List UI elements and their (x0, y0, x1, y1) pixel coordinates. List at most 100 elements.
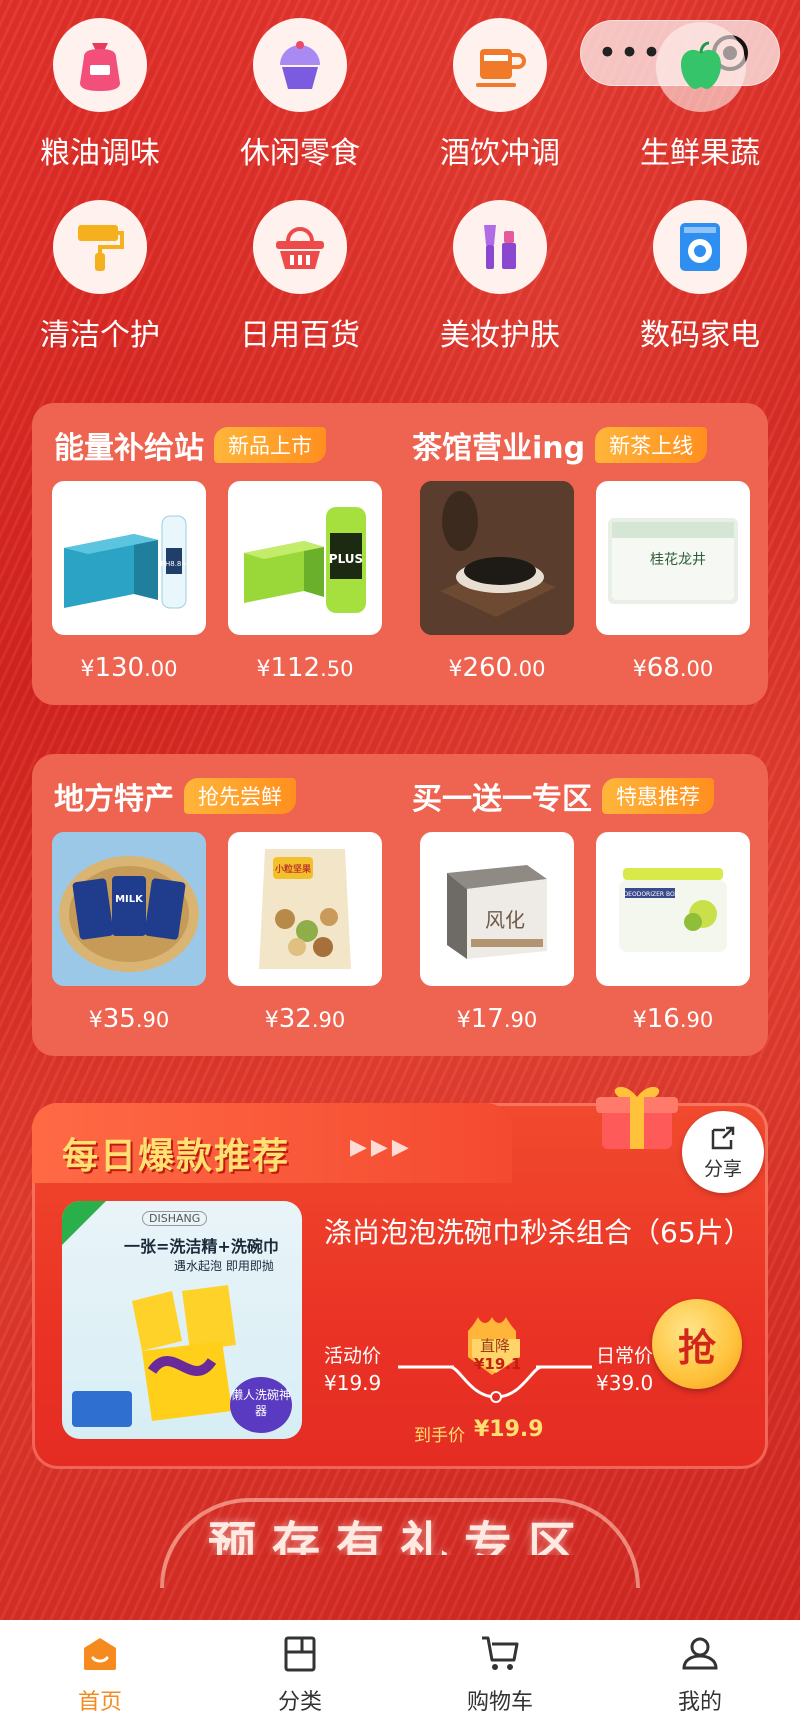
category-label: 美妆护肤 (440, 318, 560, 353)
category-label: 日用百货 (240, 318, 360, 353)
product-card[interactable]: 桂花龙井 ¥68.00 (596, 481, 750, 683)
final-price: ¥19.9 (474, 1417, 544, 1442)
currency: ¥ (80, 657, 95, 682)
regular-price: ¥39.0 (596, 1371, 654, 1395)
price-dec: .50 (320, 657, 354, 681)
product-image[interactable] (420, 481, 574, 635)
category-daily[interactable]: 日用百货 (200, 200, 400, 354)
category-icon (284, 1636, 316, 1672)
activity-price: ¥19.9 (324, 1371, 382, 1395)
product-card[interactable]: PLUS ¥112.50 (228, 481, 382, 683)
profile-icon (682, 1637, 718, 1670)
section-title[interactable]: 地方特产 (54, 774, 174, 818)
tab-category[interactable]: 分类 (200, 1620, 400, 1724)
price-comparison: 活动价 ¥19.9 直降 ¥19.1 日常价 ¥39.0 到手价 ¥19.9 (324, 1313, 654, 1446)
drop-label: 直降 (480, 1337, 511, 1355)
prestore-banner[interactable]: 预存有礼专区 (170, 1505, 630, 1555)
section-bogo: 买一送一专区 特惠推荐 风化 ¥17.90 DEODORIZER BOX ¥16… (400, 754, 768, 1056)
product-image[interactable]: MILK (52, 832, 206, 986)
price-int: 68 (646, 653, 680, 683)
section-energy: 能量补给站 新品上市 PH8.8+ ¥130.00 PLUS ¥112.50 (32, 403, 400, 705)
product-image[interactable]: PH8.8+ (52, 481, 206, 635)
product-card[interactable]: DEODORIZER BOX ¥16.90 (596, 832, 750, 1034)
final-price-label: 到手价 (414, 1426, 465, 1446)
price-dec: .00 (512, 657, 546, 681)
makeup-icon (453, 200, 547, 294)
category-label: 生鲜果蔬 (640, 136, 760, 171)
product-label: 桂花龙井 (650, 552, 706, 568)
category-drinks[interactable]: 酒饮冲调 (400, 18, 600, 172)
section-title[interactable]: 能量补给站 (54, 423, 204, 467)
product-image[interactable]: DEODORIZER BOX (596, 832, 750, 986)
category-cleaning[interactable]: 清洁个护 (0, 200, 200, 354)
product-label: DEODORIZER BOX (624, 891, 679, 898)
product-card[interactable]: 小粒坚果 ¥32.90 (228, 832, 382, 1034)
share-button[interactable]: 分享 (682, 1111, 764, 1193)
gift-box-icon (592, 1073, 682, 1153)
section-tag[interactable]: 新茶上线 (595, 427, 708, 463)
tab-label: 分类 (277, 1690, 322, 1715)
bottom-tab-bar: 首页 分类 购物车 我的 (0, 1620, 800, 1724)
tab-home[interactable]: 首页 (0, 1620, 200, 1724)
product-label: PH8.8+ (161, 560, 188, 568)
deal-product-name[interactable]: 涤尚泡泡洗碗巾秒杀组合（65片） (324, 1211, 752, 1255)
price-int: 17 (470, 1004, 504, 1034)
product-label: 风化 (485, 908, 525, 932)
drop-value: ¥19.1 (474, 1355, 522, 1373)
cup-icon (453, 18, 547, 112)
section-local-specialty: 地方特产 抢先尝鲜 MILK ¥35.90 小粒坚果 ¥32.90 (32, 754, 400, 1056)
category-snacks[interactable]: 休闲零食 (200, 18, 400, 172)
product-image[interactable]: 桂花龙井 (596, 481, 750, 635)
section-title[interactable]: 买一送一专区 (412, 774, 592, 818)
grain-sack-icon (53, 18, 147, 112)
share-icon (711, 1126, 735, 1149)
price-int: 32 (278, 1004, 312, 1034)
category-beauty[interactable]: 美妆护肤 (400, 200, 600, 354)
daily-deal-card[interactable]: 每日爆款推荐 ▶▶▶ 分享 DISHANG 一张=洗洁精+洗碗巾 遇水起泡 即用… (32, 1086, 768, 1469)
paint-roller-icon (53, 200, 147, 294)
section-tag[interactable]: 抢先尝鲜 (184, 778, 296, 814)
product-card[interactable]: ¥260.00 (420, 481, 574, 683)
product-label: MILK (115, 894, 144, 905)
currency: ¥ (88, 1008, 103, 1033)
deal-product-image[interactable]: DISHANG 一张=洗洁精+洗碗巾 遇水起泡 即用即抛 懒人洗碗神器 (62, 1201, 302, 1439)
check-corner-icon (62, 1201, 106, 1245)
price-dec: .90 (135, 1008, 170, 1032)
product-panel-2: 地方特产 抢先尝鲜 MILK ¥35.90 小粒坚果 ¥32.90 买一送一专区… (32, 754, 768, 1056)
product-image[interactable]: 小粒坚果 (228, 832, 382, 986)
product-image[interactable]: PLUS (228, 481, 382, 635)
tab-label: 首页 (77, 1690, 122, 1715)
price-dec: .90 (679, 1008, 714, 1032)
category-grain-oil[interactable]: 粮油调味 (0, 18, 200, 172)
daily-deal-title: 每日爆款推荐 (62, 1136, 291, 1177)
currency: ¥ (264, 1008, 279, 1033)
category-label: 粮油调味 (40, 136, 160, 171)
price-int: 35 (102, 1004, 136, 1034)
washing-machine-icon (653, 200, 747, 294)
grab-button[interactable]: 抢 (652, 1299, 742, 1389)
tab-label: 我的 (677, 1690, 722, 1715)
price-int: 16 (646, 1004, 680, 1034)
tab-cart[interactable]: 购物车 (400, 1620, 600, 1724)
currency: ¥ (456, 1008, 471, 1033)
section-title[interactable]: 茶馆营业ing (412, 423, 585, 467)
product-card[interactable]: 风化 ¥17.90 (420, 832, 574, 1034)
activity-price-label: 活动价 (324, 1345, 382, 1367)
category-label: 酒饮冲调 (440, 136, 560, 171)
price-int: 260 (462, 653, 513, 683)
product-card[interactable]: PH8.8+ ¥130.00 (52, 481, 206, 683)
section-tag[interactable]: 新品上市 (214, 427, 326, 463)
section-tag[interactable]: 特惠推荐 (602, 778, 714, 814)
price-int: 130 (94, 653, 145, 683)
image-badge: 懒人洗碗神器 (230, 1377, 292, 1433)
tab-profile[interactable]: 我的 (600, 1620, 800, 1724)
product-card[interactable]: MILK ¥35.90 (52, 832, 206, 1034)
image-headline: 一张=洗洁精+洗碗巾 (124, 1237, 279, 1256)
product-image[interactable]: 风化 (420, 832, 574, 986)
section-tea: 茶馆营业ing 新茶上线 ¥260.00 桂花龙井 ¥68.00 (400, 403, 768, 705)
category-label: 清洁个护 (40, 318, 160, 353)
image-subline: 遇水起泡 即用即抛 (174, 1259, 274, 1273)
home-icon (84, 1638, 116, 1670)
category-electronics[interactable]: 数码家电 (600, 200, 800, 354)
triple-arrow-icon: ▶▶▶ (350, 1135, 413, 1160)
